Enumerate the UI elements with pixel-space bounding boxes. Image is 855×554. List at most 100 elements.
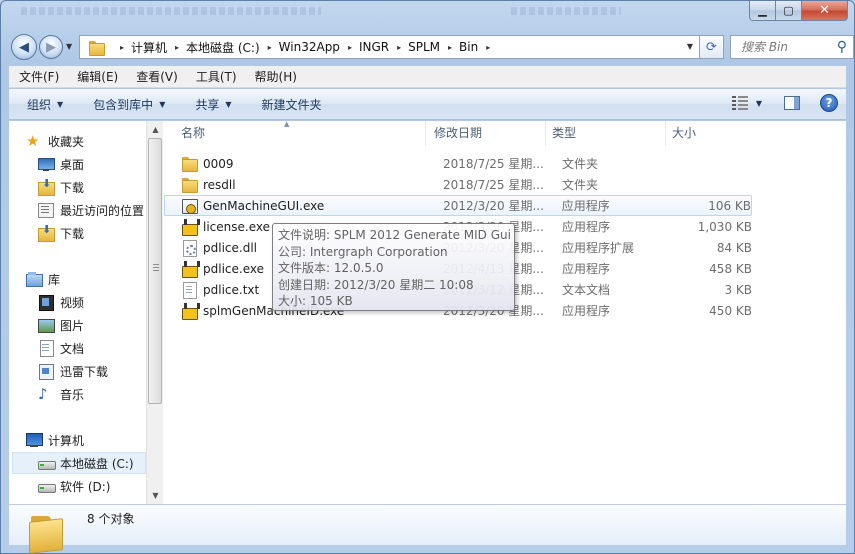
file-row-0009[interactable]: 0009 2018/7/25 星期... 文件夹 — [164, 153, 752, 174]
help-icon[interactable]: ? — [820, 94, 838, 112]
menu-tools[interactable]: 工具(T) — [186, 68, 245, 85]
nav-drive-c[interactable]: 本地磁盘 (C:) — [12, 452, 146, 474]
exe-icon — [181, 302, 200, 320]
close-button[interactable]: ✕ — [802, 1, 848, 21]
column-header-date[interactable]: 修改日期 — [426, 121, 546, 146]
file-name: GenMachineGUI.exe — [203, 198, 325, 213]
tooltip-company: 公司: Intergraph Corporation — [278, 244, 448, 259]
column-date-label: 修改日期 — [434, 126, 483, 140]
text-file-icon — [181, 281, 197, 299]
scroll-down-arrow-icon[interactable]: ▼ — [147, 487, 164, 504]
file-name: license.exe — [203, 219, 270, 234]
column-header-name[interactable]: ▲ 名称 — [164, 120, 426, 146]
breadcrumb-ingr[interactable]: INGR — [359, 40, 389, 54]
chevron-right-icon[interactable]: ▸ — [348, 43, 352, 52]
maximize-button[interactable]: ▢ — [776, 1, 802, 21]
close-icon: ✕ — [819, 3, 830, 18]
nav-pictures[interactable]: 图片 — [38, 314, 84, 336]
nav-downloads-label: 下载 — [60, 180, 85, 195]
file-type: 应用程序 — [562, 220, 611, 234]
file-type: 应用程序 — [562, 304, 611, 318]
recent-places-icon — [38, 202, 54, 218]
chevron-right-icon[interactable]: ▸ — [397, 43, 401, 52]
nav-favorites[interactable]: ★ 收藏夹 — [26, 130, 84, 152]
item-count: 8 个对象 — [87, 511, 135, 526]
thunder-download-icon — [38, 363, 54, 380]
menu-file[interactable]: 文件(F) — [9, 68, 67, 85]
nav-recent-places[interactable]: 最近访问的位置 — [38, 199, 144, 221]
tooltip-size: 大小: 105 KB — [278, 294, 353, 308]
nav-pictures-label: 图片 — [60, 318, 85, 333]
chevron-right-icon[interactable]: ▸ — [268, 43, 272, 52]
nav-libraries[interactable]: 库 — [26, 268, 60, 290]
file-size: 3 KB — [724, 282, 752, 297]
breadcrumb-win32app[interactable]: Win32App — [279, 40, 340, 54]
tooltip-description: 文件说明: SPLM 2012 Generate MID Gui — [278, 228, 511, 242]
nav-music[interactable]: ♪ 音乐 — [38, 383, 84, 405]
breadcrumb-splm[interactable]: SPLM — [408, 40, 440, 54]
address-bar[interactable]: ▸ 计算机 ▸ 本地磁盘 (C:) ▸ Win32App ▸ INGR ▸ SP… — [79, 35, 700, 59]
scroll-up-arrow-icon[interactable]: ▲ — [147, 121, 164, 138]
column-header-type[interactable]: 类型 — [546, 121, 666, 146]
nav-downloads-2[interactable]: 下载 — [38, 222, 84, 244]
exe-icon — [181, 218, 200, 236]
chevron-right-icon[interactable]: ▸ — [120, 43, 124, 52]
file-type: 应用程序扩展 — [562, 241, 635, 255]
nav-music-label: 音乐 — [60, 387, 85, 402]
file-type: 文件夹 — [562, 157, 599, 171]
new-folder-button[interactable]: 新建文件夹 — [244, 96, 334, 113]
file-size: 1,030 KB — [697, 219, 752, 234]
nav-thunder-downloads[interactable]: 迅雷下载 — [38, 360, 108, 382]
refresh-icon: ⟳ — [706, 39, 717, 55]
column-header-size[interactable]: 大小 — [666, 121, 746, 146]
computer-icon — [26, 432, 43, 448]
nav-favorites-label: 收藏夹 — [48, 134, 85, 149]
menu-view[interactable]: 查看(V) — [126, 68, 186, 85]
breadcrumb-drive-c[interactable]: 本地磁盘 (C:) — [186, 39, 260, 56]
minimize-button[interactable]: ▁ — [749, 1, 776, 21]
dll-icon — [181, 239, 197, 257]
file-size: 106 KB — [708, 198, 752, 213]
address-dropdown-icon[interactable]: ▼ — [687, 42, 693, 51]
title-bar-blur-right — [511, 7, 621, 15]
chevron-down-icon: ▼ — [225, 99, 232, 109]
preview-pane-icon[interactable] — [784, 96, 800, 110]
chevron-right-icon[interactable]: ▸ — [486, 43, 490, 52]
downloads-folder-icon — [38, 177, 55, 196]
search-input[interactable] — [739, 39, 835, 55]
nav-drive-d-label: 软件 (D:) — [60, 479, 111, 494]
forward-button[interactable]: ▶ — [39, 35, 63, 59]
folder-icon — [181, 177, 198, 193]
organize-button[interactable]: 组织 ▼ — [9, 96, 75, 113]
chevron-right-icon[interactable]: ▸ — [448, 43, 452, 52]
drive-icon — [38, 478, 56, 494]
share-button[interactable]: 共享 ▼ — [177, 96, 243, 113]
menu-edit[interactable]: 编辑(E) — [67, 68, 126, 85]
column-type-label: 类型 — [552, 126, 577, 140]
nav-downloads[interactable]: 下载 — [38, 176, 84, 198]
file-row-genmachinegui[interactable]: GenMachineGUI.exe 2012/3/20 星期... 应用程序 1… — [164, 195, 752, 216]
search-icon[interactable]: ⚲ — [837, 39, 847, 55]
refresh-button[interactable]: ⟳ — [700, 35, 724, 59]
nav-computer[interactable]: 计算机 — [26, 429, 84, 451]
scrollbar-thumb[interactable] — [148, 138, 162, 404]
back-button[interactable]: ◀ — [11, 34, 37, 60]
nav-documents[interactable]: 文档 — [38, 337, 84, 359]
nav-desktop[interactable]: 桌面 — [38, 153, 84, 175]
recent-pages-dropdown[interactable]: ▼ — [66, 42, 72, 51]
music-icon: ♪ — [38, 385, 48, 403]
navigation-scrollbar[interactable]: ▲ ▼ — [146, 121, 163, 504]
chevron-right-icon[interactable]: ▸ — [175, 43, 179, 52]
breadcrumb-computer[interactable]: 计算机 — [131, 39, 167, 56]
menu-help[interactable]: 帮助(H) — [245, 68, 305, 85]
file-type: 应用程序 — [561, 199, 610, 213]
file-row-resdll[interactable]: resdll 2018/7/25 星期... 文件夹 — [164, 174, 752, 195]
view-details-icon[interactable] — [731, 96, 748, 110]
navigation-bar: ◀ ▶ ▼ ▸ 计算机 ▸ 本地磁盘 (C:) ▸ Win32App ▸ ING… — [9, 32, 854, 60]
nav-videos[interactable]: 视频 — [38, 291, 84, 313]
nav-drive-d[interactable]: 软件 (D:) — [38, 475, 110, 497]
include-in-library-button[interactable]: 包含到库中 ▼ — [75, 96, 177, 113]
title-bar-blur — [21, 7, 321, 15]
view-options-dropdown[interactable]: ▼ — [756, 99, 762, 108]
breadcrumb-bin[interactable]: Bin — [459, 40, 478, 54]
